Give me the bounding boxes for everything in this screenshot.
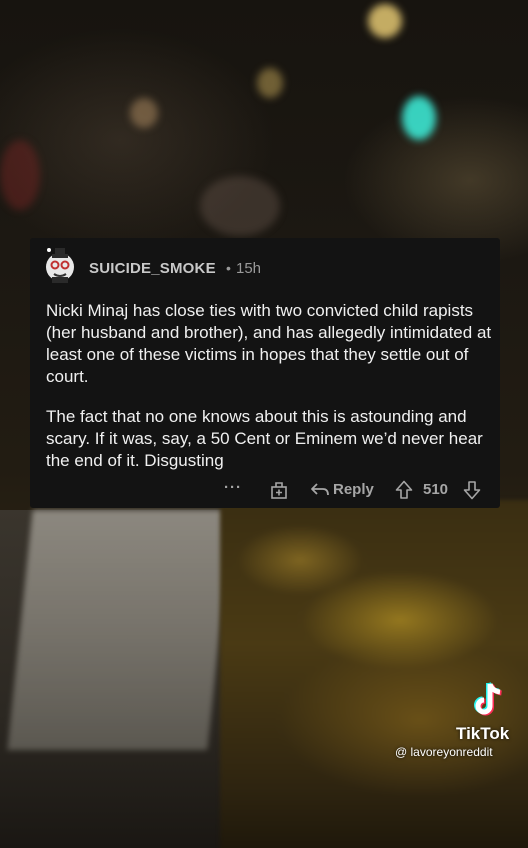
- bokeh-light: [368, 4, 402, 38]
- comment-username[interactable]: SUICIDE_SMOKE: [89, 260, 216, 277]
- bokeh-light: [402, 96, 436, 140]
- award-icon[interactable]: [269, 480, 289, 500]
- tiktok-logo-icon: [472, 680, 506, 718]
- downvote-arrow-icon[interactable]: [463, 480, 481, 500]
- bokeh-light: [0, 140, 40, 210]
- comment-card: SUICIDE_SMOKE • 15h Nicki Minaj has clos…: [30, 238, 500, 508]
- snoo-avatar-icon[interactable]: [40, 244, 80, 284]
- comment-paragraph: The fact that no one knows about this is…: [46, 407, 483, 470]
- tiktok-wordmark: TikTok: [456, 724, 510, 743]
- reply-button[interactable]: Reply: [333, 481, 374, 498]
- creator-handle: @ lavoreyonreddit: [395, 745, 493, 759]
- curb: [7, 510, 233, 750]
- bokeh-light: [200, 176, 280, 236]
- reply-arrow-icon[interactable]: [310, 482, 330, 498]
- comment-paragraph: Nicki Minaj has close ties with two conv…: [46, 301, 492, 386]
- comment-age: 15h: [236, 260, 262, 277]
- vote-score: 510: [423, 481, 449, 498]
- meta-separator: •: [226, 260, 231, 276]
- wet-road: [220, 500, 528, 848]
- more-options-button[interactable]: ···: [224, 479, 242, 496]
- bokeh-light: [257, 68, 283, 98]
- bokeh-light: [130, 98, 158, 128]
- upvote-arrow-icon[interactable]: [395, 480, 413, 500]
- comment-actions-bar: ··· Reply 510: [30, 479, 500, 505]
